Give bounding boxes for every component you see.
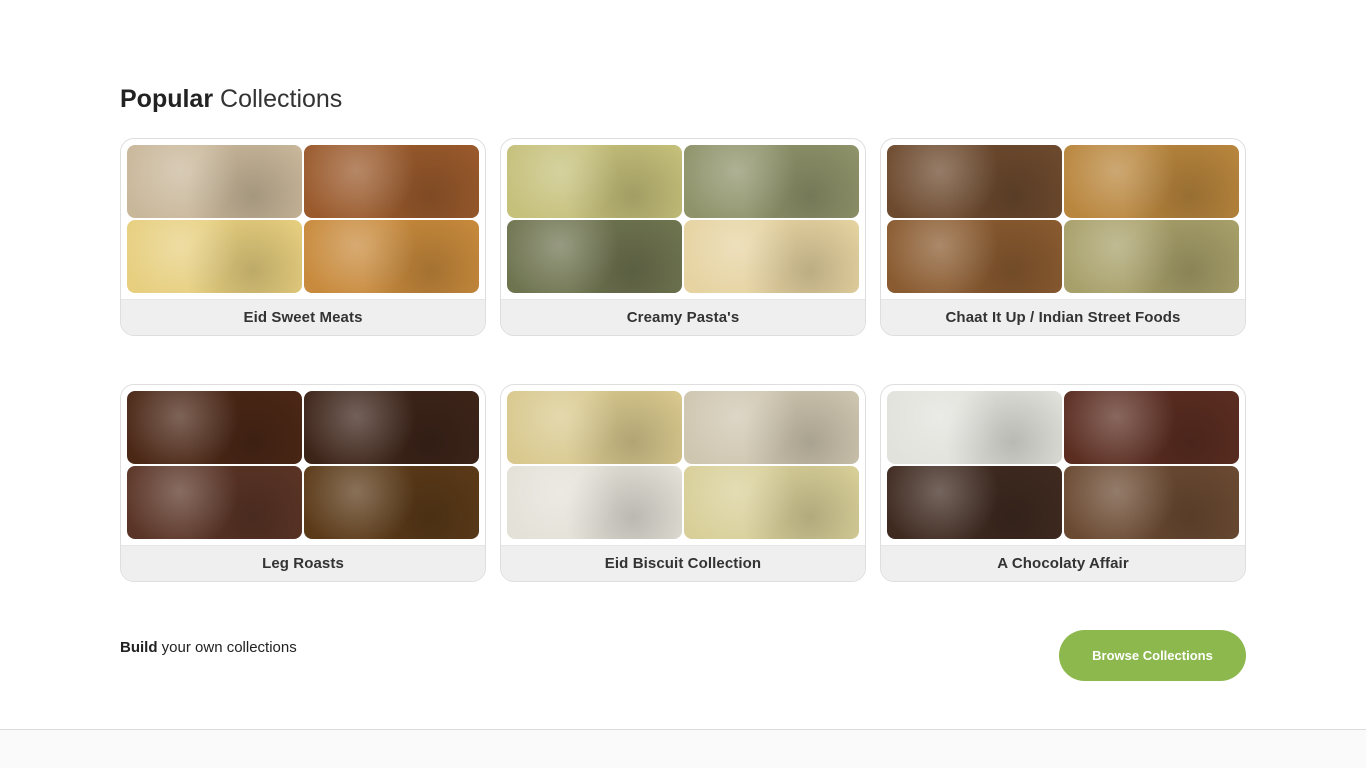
collection-thumbnail <box>127 466 302 539</box>
collection-title[interactable]: Chaat It Up / Indian Street Foods <box>881 299 1245 335</box>
collection-thumbnail <box>887 466 1062 539</box>
build-rest: your own collections <box>161 639 297 656</box>
collection-card-creamy-pastas[interactable]: Creamy Pasta's <box>500 138 866 336</box>
collection-image-mosaic <box>127 391 479 540</box>
collection-thumbnail <box>684 220 859 293</box>
collection-image-mosaic <box>887 391 1239 540</box>
collection-thumbnail <box>887 391 1062 464</box>
collection-card-chocolaty-affair[interactable]: A Chocolaty Affair <box>880 384 1246 582</box>
collection-title[interactable]: Eid Sweet Meats <box>121 299 485 335</box>
collection-image-mosaic <box>887 145 1239 294</box>
collection-thumbnail <box>304 391 479 464</box>
collection-thumbnail <box>127 145 302 218</box>
collection-thumbnail <box>507 391 682 464</box>
collection-thumbnail <box>684 391 859 464</box>
collection-thumbnail <box>684 466 859 539</box>
collection-thumbnail <box>887 145 1062 218</box>
collection-image-mosaic <box>507 391 859 540</box>
collection-thumbnail <box>887 220 1062 293</box>
collection-card-leg-roasts[interactable]: Leg Roasts <box>120 384 486 582</box>
collection-thumbnail <box>507 220 682 293</box>
build-strong: Build <box>120 639 158 656</box>
collection-thumbnail <box>507 466 682 539</box>
collection-image-mosaic <box>127 145 479 294</box>
collection-card-chaat-it-up[interactable]: Chaat It Up / Indian Street Foods <box>880 138 1246 336</box>
collection-thumbnail <box>304 145 479 218</box>
collection-title[interactable]: Leg Roasts <box>121 545 485 581</box>
collection-title[interactable]: Eid Biscuit Collection <box>501 545 865 581</box>
section-title-light: Collections <box>220 85 343 113</box>
browse-collections-button[interactable]: Browse Collections <box>1059 630 1246 681</box>
collection-card-eid-sweet-meats[interactable]: Eid Sweet Meats <box>120 138 486 336</box>
collection-thumbnail <box>127 220 302 293</box>
collection-thumbnail <box>684 145 859 218</box>
collection-thumbnail <box>127 391 302 464</box>
collection-thumbnail <box>1064 220 1239 293</box>
collection-title[interactable]: Creamy Pasta's <box>501 299 865 335</box>
collection-thumbnail <box>304 220 479 293</box>
collection-thumbnail <box>1064 145 1239 218</box>
section-title-strong: Popular <box>120 85 214 113</box>
section-title: Popular Collections <box>120 84 342 114</box>
collection-card-eid-biscuit[interactable]: Eid Biscuit Collection <box>500 384 866 582</box>
collection-thumbnail <box>507 145 682 218</box>
build-collections-text: Build your own collections <box>120 639 297 656</box>
collection-image-mosaic <box>507 145 859 294</box>
collection-thumbnail <box>304 466 479 539</box>
page-footer-area <box>0 730 1366 768</box>
collection-thumbnail <box>1064 391 1239 464</box>
collection-title[interactable]: A Chocolaty Affair <box>881 545 1245 581</box>
collection-thumbnail <box>1064 466 1239 539</box>
